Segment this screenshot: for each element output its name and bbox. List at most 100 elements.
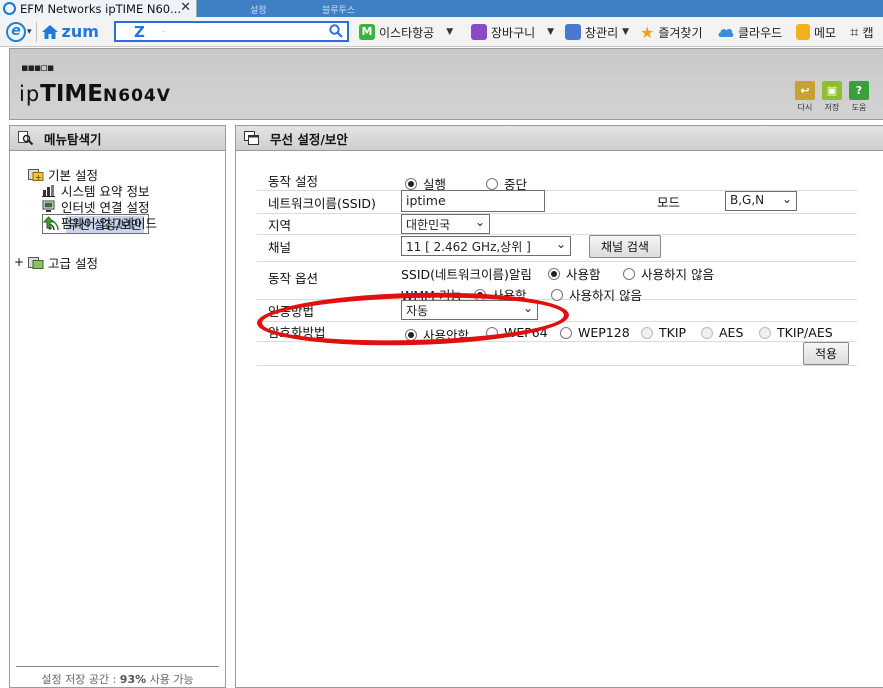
toolbar-item-window-manager[interactable]: 창관리 ▼ bbox=[565, 22, 629, 42]
radio-checked-icon bbox=[548, 267, 560, 280]
browser-toolbar: e ▾ zum Z - M 이스타항공 ▼ 장바구니 ▼ 창관리 ▼ ★ 즐겨찾… bbox=[0, 17, 883, 47]
background-tab[interactable]: 블루투스 bbox=[322, 3, 355, 16]
help-icon: ? bbox=[849, 81, 869, 100]
auth-select[interactable]: 자동 ⌄ bbox=[401, 300, 538, 320]
encryption-label: 암호화방법 bbox=[268, 325, 326, 340]
channel-search-button[interactable]: 채널 검색 bbox=[589, 235, 661, 258]
bar-chart-icon bbox=[42, 184, 55, 197]
toolbar-item-cart[interactable]: 장바구니 ▼ bbox=[471, 22, 554, 42]
toolbar-item-label: 캡 bbox=[862, 25, 874, 40]
main-panel-header: 무선 설정/보안 bbox=[236, 126, 883, 151]
radio-unchecked-icon bbox=[551, 288, 563, 301]
radio-checked-icon bbox=[405, 177, 417, 190]
memo-icon bbox=[796, 24, 810, 40]
svg-text:+: + bbox=[35, 173, 42, 181]
sidebar-item-firmware[interactable]: 펌웨어 업그레이드 bbox=[42, 214, 157, 231]
row-operation bbox=[257, 168, 857, 191]
toolbar-item-eastar[interactable]: M 이스타항공 ▼ bbox=[359, 22, 453, 42]
search-input[interactable]: Z - bbox=[114, 21, 349, 42]
menu-explorer-header: 메뉴탐색기 bbox=[10, 126, 225, 151]
operation-label: 동작 설정 bbox=[268, 174, 318, 189]
encryption-tkip-aes-radio[interactable]: TKIP/AES bbox=[759, 325, 833, 340]
upgrade-arrow-icon bbox=[42, 215, 55, 228]
window-icon bbox=[565, 24, 581, 40]
undo-button[interactable]: ↩ 다시 bbox=[795, 81, 815, 113]
crop-icon: ⌗ bbox=[850, 23, 859, 41]
encryption-tkip-radio[interactable]: TKIP bbox=[641, 325, 686, 340]
ssid-input[interactable]: iptime bbox=[401, 190, 545, 212]
channel-label: 채널 bbox=[268, 240, 292, 255]
region-label: 지역 bbox=[268, 218, 292, 233]
options-label: 동작 옵션 bbox=[268, 271, 318, 286]
brand-dots-icon: ▪▪▪▫▪ bbox=[21, 61, 54, 74]
toolbar-item-capture[interactable]: ⌗ 캡 bbox=[850, 22, 874, 42]
tree-group-label: 고급 설정 bbox=[48, 255, 98, 271]
toolbar-item-label: 메모 bbox=[814, 25, 837, 40]
router-header: ▪▪▪▫▪ ipTIMEN604V ↩ 다시 ▣ 저장 ? 도움 bbox=[9, 48, 883, 120]
brand-logo: ipTIMEN604V bbox=[19, 81, 171, 107]
toolbar-item-label: 이스타항공 bbox=[379, 25, 435, 40]
encryption-wep64-radio[interactable]: WEP64 bbox=[486, 325, 548, 340]
radio-disabled-icon bbox=[701, 326, 713, 339]
chevron-down-icon: ▾ bbox=[27, 26, 32, 37]
radio-checked-icon bbox=[474, 288, 486, 301]
chevron-down-icon[interactable]: ▼ bbox=[622, 27, 629, 37]
tab-title: EFM Networks ipTIME N60... bbox=[20, 1, 182, 16]
storage-suffix: 사용 가능 bbox=[146, 673, 194, 686]
row-apply bbox=[257, 342, 857, 366]
storage-prefix: 설정 저장 공간 : bbox=[41, 673, 120, 686]
save-label: 저장 bbox=[824, 103, 840, 112]
toolbar-item-label: 즐겨찾기 bbox=[658, 25, 703, 40]
zum-search-logo: Z bbox=[134, 23, 145, 41]
help-button[interactable]: ? 도움 bbox=[849, 81, 869, 113]
radio-unchecked-icon bbox=[486, 326, 498, 339]
ie-menu-button[interactable]: e ▾ bbox=[6, 21, 32, 42]
encryption-wep128-radio[interactable]: WEP128 bbox=[560, 325, 630, 340]
zum-home-button[interactable]: zum bbox=[41, 22, 99, 41]
radio-checked-icon bbox=[405, 328, 417, 341]
mode-select[interactable]: B,G,N ⌄ bbox=[725, 191, 797, 211]
encryption-aes-radio[interactable]: AES bbox=[701, 325, 743, 340]
mode-label: 모드 bbox=[657, 195, 681, 210]
toolbar-item-label: 창관리 bbox=[585, 25, 619, 40]
chevron-down-icon: ⌄ bbox=[781, 192, 792, 206]
expand-plus-icon[interactable]: + bbox=[14, 255, 24, 269]
brand-bold: TIME bbox=[40, 81, 104, 107]
browser-tab-strip: EFM Networks ipTIME N60... ✕ 설정 블루투스 bbox=[0, 0, 883, 17]
radio-label: AES bbox=[719, 325, 744, 340]
chevron-down-icon[interactable]: ▼ bbox=[547, 27, 554, 37]
search-icon[interactable] bbox=[329, 24, 343, 38]
tree-group-advanced[interactable]: + 고급 설정 bbox=[14, 254, 157, 271]
ssid-broadcast-on-radio[interactable]: 사용함 bbox=[548, 264, 601, 283]
radio-unchecked-icon bbox=[623, 267, 635, 280]
auth-label: 인증방법 bbox=[268, 304, 315, 319]
row-auth bbox=[257, 300, 857, 322]
background-tab[interactable]: 설정 bbox=[250, 3, 267, 16]
ie-logo-icon: e bbox=[6, 21, 26, 42]
region-value: 대한민국 bbox=[406, 218, 451, 232]
apply-button[interactable]: 적용 bbox=[803, 342, 849, 365]
radio-label: 사용하지 않음 bbox=[641, 267, 714, 282]
tab-close-icon[interactable]: ✕ bbox=[180, 0, 191, 15]
ssid-broadcast-off-radio[interactable]: 사용하지 않음 bbox=[623, 264, 714, 283]
folder-icon bbox=[28, 256, 44, 269]
region-select[interactable]: 대한민국 ⌄ bbox=[401, 214, 490, 234]
channel-value: 11 [ 2.462 GHz,상위 ] bbox=[406, 240, 531, 254]
model-name: N604V bbox=[103, 86, 171, 106]
browser-tab[interactable]: EFM Networks ipTIME N60... ✕ bbox=[0, 0, 197, 17]
mode-value: B,G,N bbox=[730, 193, 765, 207]
channel-select[interactable]: 11 [ 2.462 GHz,상위 ] ⌄ bbox=[401, 236, 571, 256]
radio-unchecked-icon bbox=[560, 326, 572, 339]
m-logo-icon: M bbox=[359, 24, 375, 40]
toolbar-item-cloud[interactable]: 클라우드 bbox=[717, 22, 782, 42]
help-label: 도움 bbox=[851, 103, 867, 112]
ie-favicon-icon bbox=[3, 2, 16, 15]
toolbar-item-memo[interactable]: 메모 bbox=[796, 22, 836, 42]
chevron-down-icon[interactable]: ▼ bbox=[446, 27, 453, 37]
search-placeholder: - bbox=[162, 27, 165, 36]
monitor-icon bbox=[42, 200, 55, 212]
toolbar-item-favorites[interactable]: ★ 즐겨찾기 bbox=[640, 22, 703, 42]
save-button[interactable]: ▣ 저장 bbox=[822, 81, 842, 113]
chevron-down-icon: ⌄ bbox=[555, 237, 566, 251]
storage-status: 설정 저장 공간 : 93% 사용 가능 bbox=[16, 666, 219, 687]
